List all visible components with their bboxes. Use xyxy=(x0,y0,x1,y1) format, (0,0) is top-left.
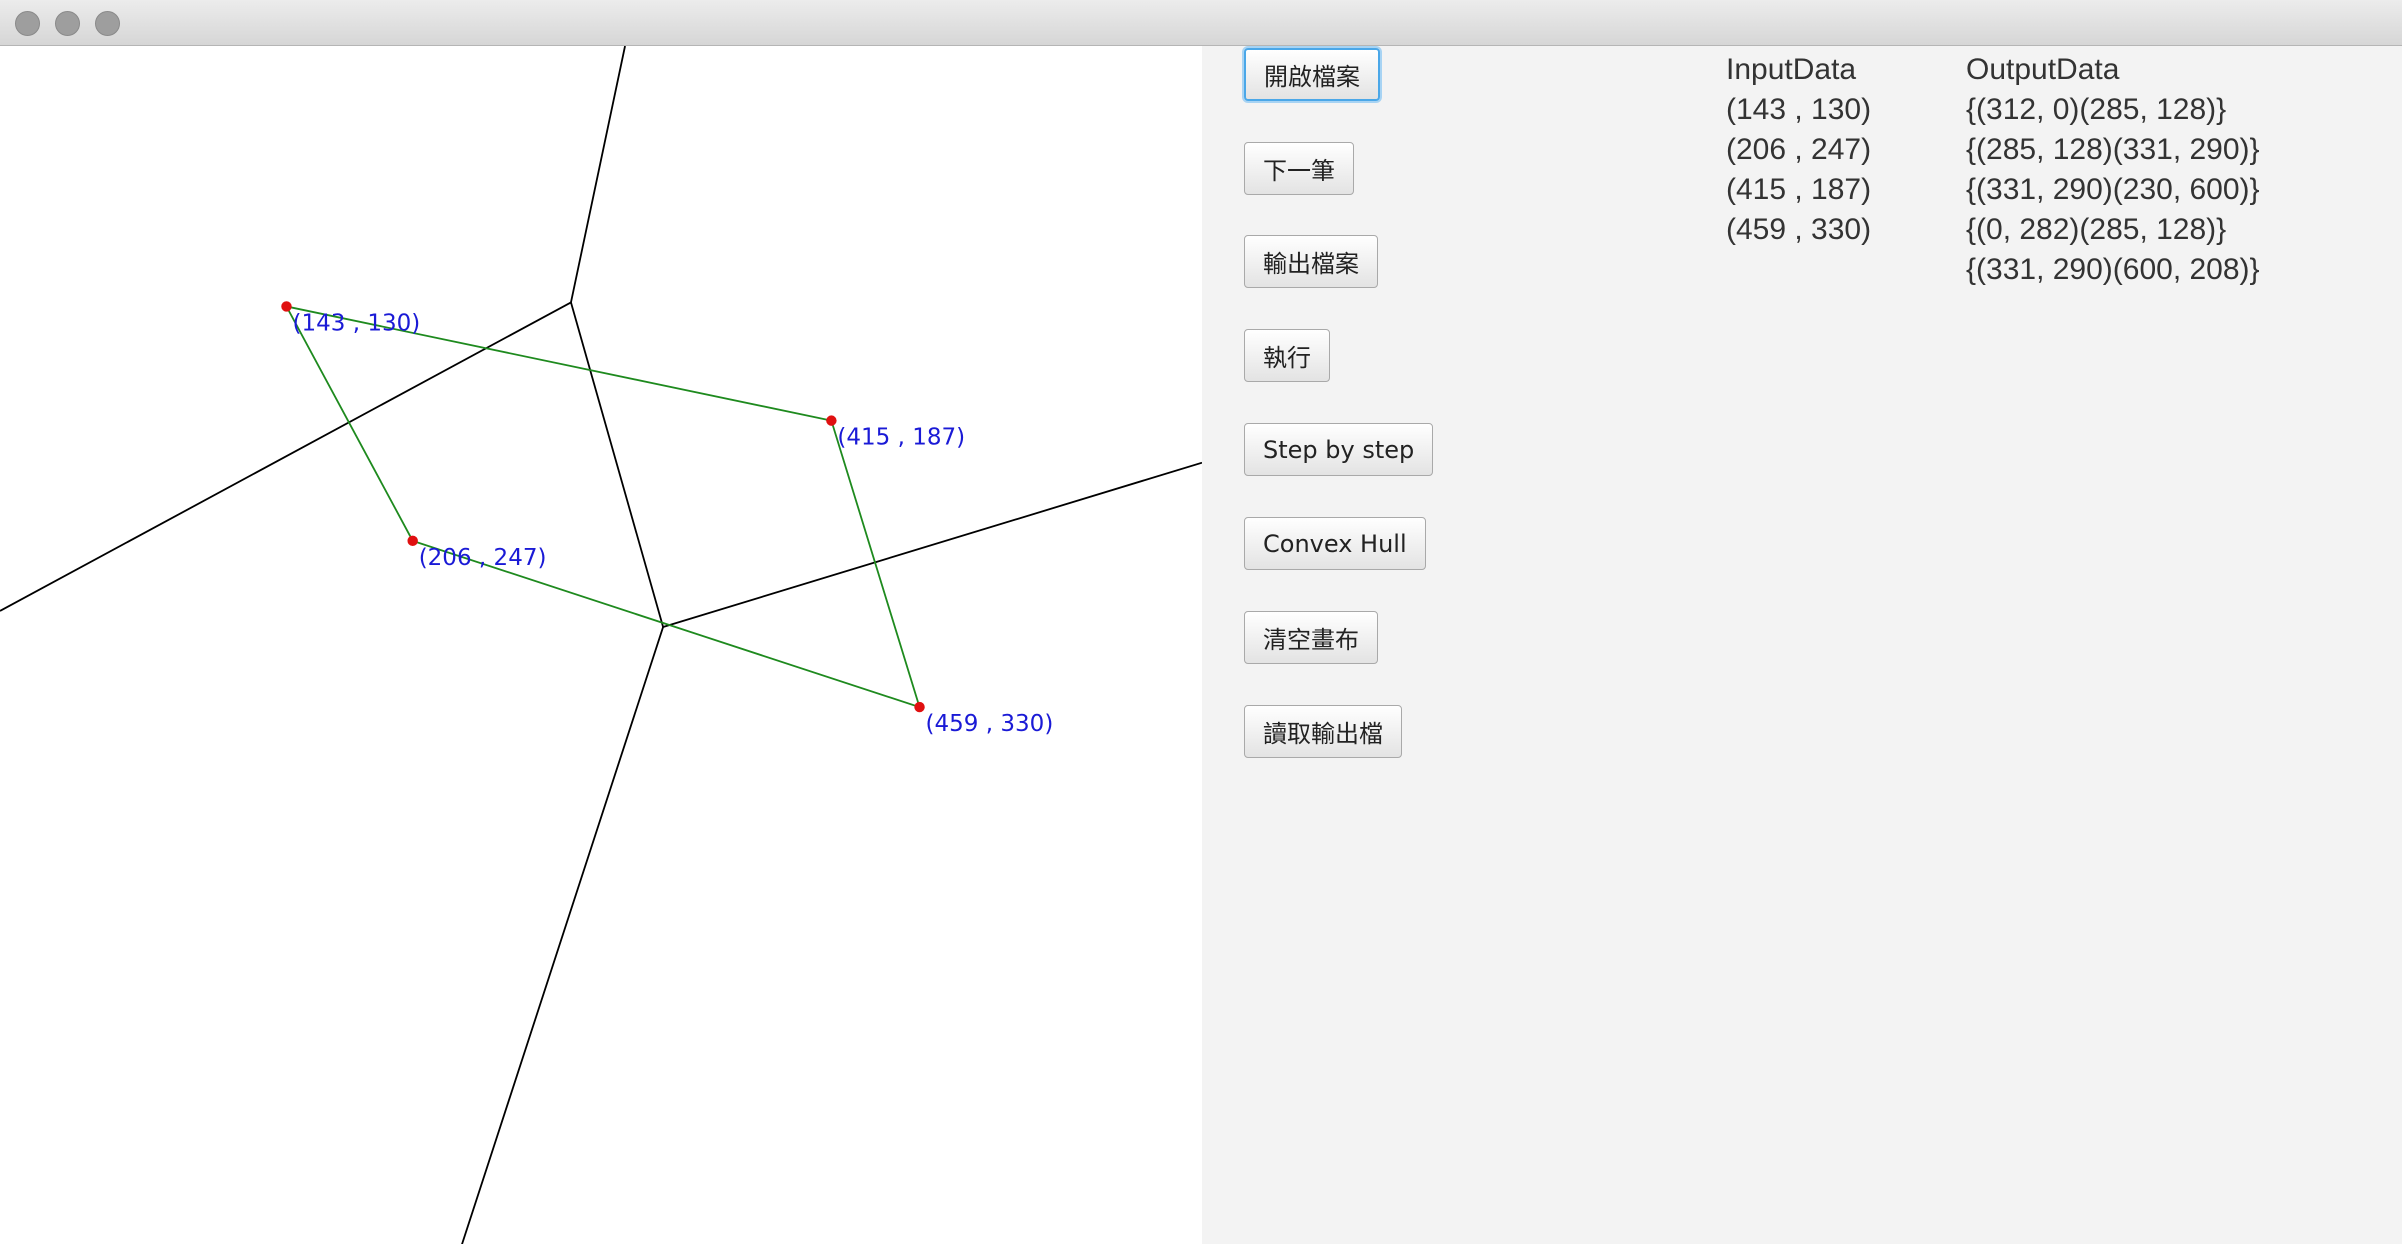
clear-canvas-button[interactable]: 清空畫布 xyxy=(1244,611,1378,664)
next-button[interactable]: 下一筆 xyxy=(1244,142,1354,195)
step-by-step-button[interactable]: Step by step xyxy=(1244,423,1434,476)
voronoi-edge xyxy=(570,302,664,628)
point-label: (206 , 247) xyxy=(419,545,547,571)
input-point xyxy=(281,301,292,312)
convex-hull-button[interactable]: Convex Hull xyxy=(1244,517,1426,570)
zoom-icon[interactable] xyxy=(95,11,120,36)
input-point xyxy=(407,535,418,547)
point-label: (459 , 330) xyxy=(926,711,1054,737)
voronoi-edge xyxy=(570,46,626,303)
hull-polygon xyxy=(284,305,921,709)
close-icon[interactable] xyxy=(15,11,40,36)
point-label: (143 , 130) xyxy=(292,310,420,336)
output-data-row: {(312, 0)(285, 128)} xyxy=(1966,93,2227,126)
run-button[interactable]: 執行 xyxy=(1244,329,1330,382)
minimize-icon[interactable] xyxy=(55,11,80,36)
convex-hull xyxy=(284,305,921,709)
output-data-row: {(285, 128)(331, 290)} xyxy=(1966,133,2260,166)
input-point xyxy=(914,701,925,713)
input-data-row: (143 , 130) xyxy=(1726,93,1872,126)
input-points: (143 , 130) (206 , 247) (415 , 187) (459 , … xyxy=(281,301,1053,737)
output-data-row: {(0, 282)(285, 128)} xyxy=(1966,213,2227,246)
read-output-button[interactable]: 讀取輸出檔 xyxy=(1244,705,1402,758)
output-data-header: OutputData xyxy=(1966,53,2120,86)
window-titlebar xyxy=(0,0,2402,46)
voronoi-edge xyxy=(662,461,1202,628)
output-data-list: OutputData {(312, 0)(285, 128)} {(285, 1… xyxy=(1966,50,2260,290)
input-data-row: (415 , 187) xyxy=(1726,173,1872,206)
output-data-row: {(331, 290)(600, 208)} xyxy=(1966,253,2260,286)
open-file-button[interactable]: 開啟檔案 xyxy=(1244,48,1380,101)
voronoi-edge xyxy=(461,626,664,1244)
canvas-svg: (143 , 130) (206 , 247) (415 , 187) (459 , … xyxy=(0,46,1202,1244)
input-point xyxy=(826,415,837,426)
input-data-row: (206 , 247) xyxy=(1726,133,1872,166)
drawing-canvas[interactable]: (143 , 130) (206 , 247) (415 , 187) (459 , … xyxy=(0,46,1202,1244)
voronoi-edges xyxy=(0,46,1202,1244)
input-data-header: InputData xyxy=(1726,53,1857,86)
input-data-list: InputData (143 , 130) (206 , 247) (415 ,… xyxy=(1726,50,1871,250)
output-data-row: {(331, 290)(230, 600)} xyxy=(1966,173,2260,206)
export-file-button[interactable]: 輸出檔案 xyxy=(1244,235,1378,288)
input-data-row: (459 , 330) xyxy=(1726,213,1872,246)
point-label: (415 , 187) xyxy=(837,425,965,451)
